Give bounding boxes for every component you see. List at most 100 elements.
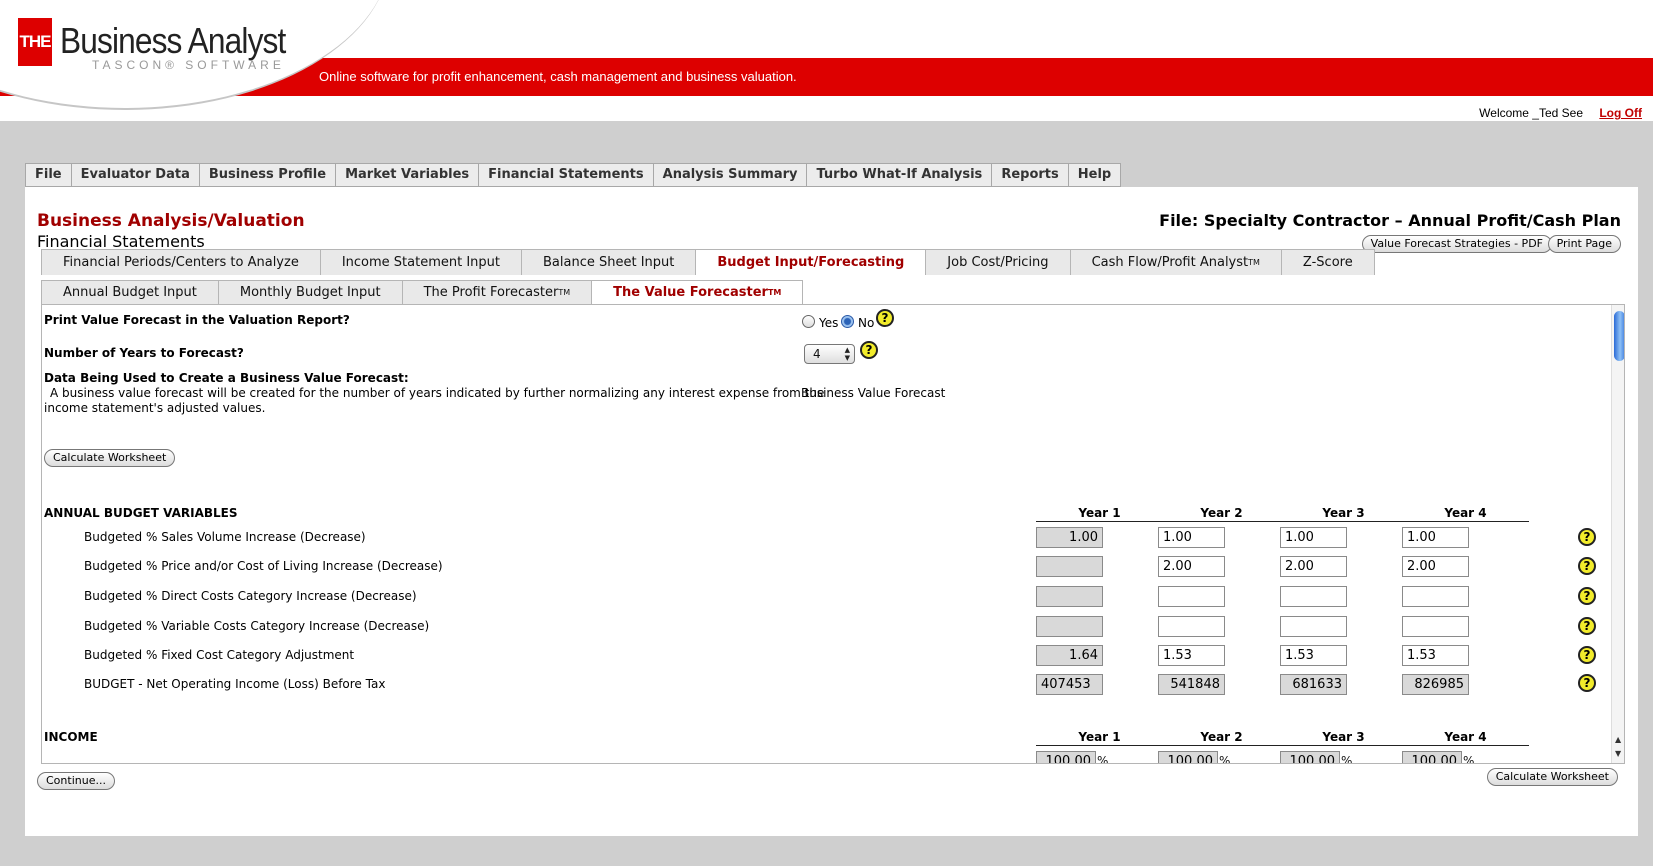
- radio-yes-label: Yes: [819, 316, 839, 330]
- help-icon[interactable]: ?: [860, 341, 878, 359]
- pct-sign: %: [1219, 754, 1231, 764]
- input-fixed-cost-year-2[interactable]: 1.53: [1158, 645, 1225, 666]
- logo-the-mark: THE: [18, 18, 52, 66]
- row-label-sales-volume: Budgeted % Sales Volume Increase (Decrea…: [84, 530, 366, 544]
- tab-monthly-budget-input[interactable]: Monthly Budget Input: [218, 280, 403, 304]
- tab-financial-periods[interactable]: Financial Periods/Centers to Analyze: [41, 249, 321, 275]
- print-forecast-question: Print Value Forecast in the Valuation Re…: [44, 313, 350, 327]
- input-direct-costs-year-4[interactable]: [1402, 586, 1469, 607]
- scroll-down-arrow-icon[interactable]: ▼: [1615, 749, 1621, 758]
- input-sales-volume-year-4[interactable]: 1.00: [1402, 527, 1469, 548]
- input-price-year-2[interactable]: 2.00: [1158, 556, 1225, 577]
- income-column-year-2: Year 2: [1158, 729, 1285, 746]
- input-direct-costs-year-2[interactable]: [1158, 586, 1225, 607]
- main-panel: Business Analysis/Valuation Financial St…: [25, 187, 1638, 836]
- input-variable-costs-year-2[interactable]: [1158, 616, 1225, 637]
- logo-subtitle: TASCON® SOFTWARE: [92, 58, 285, 72]
- input-fixed-cost-year-3[interactable]: 1.53: [1280, 645, 1347, 666]
- cell-noi-year-1: 407453: [1036, 674, 1103, 695]
- cell-noi-year-2: 541848: [1158, 674, 1225, 695]
- cell-variable-costs-year-1: [1036, 616, 1103, 637]
- logo-title: Business Analyst: [60, 20, 286, 61]
- log-off-link[interactable]: Log Off: [1599, 106, 1642, 120]
- help-icon[interactable]: ?: [876, 309, 894, 327]
- tab-z-score[interactable]: Z-Score: [1281, 249, 1375, 275]
- row-label-price-cost-of-living: Budgeted % Price and/or Cost of Living I…: [84, 559, 443, 573]
- cell-noi-year-3: 681633: [1280, 674, 1347, 695]
- help-icon[interactable]: ?: [1578, 646, 1596, 664]
- scroll-up-arrow-icon[interactable]: ▲: [1615, 735, 1621, 744]
- help-icon[interactable]: ?: [1578, 674, 1596, 692]
- tab-annual-budget-input[interactable]: Annual Budget Input: [41, 280, 219, 304]
- radio-yes[interactable]: [802, 315, 815, 328]
- main-tabs: Financial Periods/Centers to Analyze Inc…: [41, 249, 1375, 275]
- pct-sign: %: [1463, 754, 1475, 764]
- calculate-worksheet-button-bottom[interactable]: Calculate Worksheet: [1486, 768, 1618, 786]
- income-year-2: 100.00: [1158, 751, 1218, 763]
- tab-cash-flow-profit-analyst[interactable]: Cash Flow/Profit Analyst TM: [1070, 249, 1282, 275]
- top-menu-bar: File Evaluator Data Business Profile Mar…: [25, 163, 1122, 187]
- radio-no-label: No: [858, 316, 875, 330]
- data-source-description-cont: income statement's adjusted values.: [44, 401, 266, 415]
- menu-financial-statements[interactable]: Financial Statements: [478, 163, 653, 187]
- tab-value-forecaster[interactable]: The Value Forecaster TM: [592, 280, 804, 304]
- column-year-1: Year 1: [1036, 505, 1163, 522]
- income-year-3: 100.00: [1280, 751, 1340, 763]
- input-price-year-3[interactable]: 2.00: [1280, 556, 1347, 577]
- tab-income-statement-input[interactable]: Income Statement Input: [320, 249, 522, 275]
- cell-noi-year-4: 826985: [1402, 674, 1469, 695]
- column-year-3: Year 3: [1280, 505, 1407, 522]
- input-variable-costs-year-3[interactable]: [1280, 616, 1347, 637]
- tab-budget-input-forecasting[interactable]: Budget Input/Forecasting: [696, 249, 927, 275]
- app-header: THE Business Analyst TASCON® SOFTWARE On…: [0, 0, 1653, 121]
- data-source-title: Data Being Used to Create a Business Val…: [44, 371, 409, 385]
- row-label-direct-costs: Budgeted % Direct Costs Category Increas…: [84, 589, 417, 603]
- menu-evaluator-data[interactable]: Evaluator Data: [70, 163, 199, 187]
- help-icon[interactable]: ?: [1578, 617, 1596, 635]
- income-year-1: 100.00: [1036, 751, 1096, 763]
- years-to-forecast-select[interactable]: 4 ▲ ▼: [804, 344, 855, 364]
- input-price-year-4[interactable]: 2.00: [1402, 556, 1469, 577]
- sub-tabs: Annual Budget Input Monthly Budget Input…: [41, 280, 804, 304]
- menu-file[interactable]: File: [25, 163, 71, 187]
- help-icon[interactable]: ?: [1578, 528, 1596, 546]
- radio-no[interactable]: [841, 315, 854, 328]
- income-column-year-4: Year 4: [1402, 729, 1529, 746]
- menu-help[interactable]: Help: [1067, 163, 1122, 187]
- value-forecast-strategies-pdf-button[interactable]: Value Forecast Strategies - PDF: [1361, 235, 1552, 253]
- input-variable-costs-year-4[interactable]: [1402, 616, 1469, 637]
- income-year-4: 100.00: [1402, 751, 1462, 763]
- income-column-year-1: Year 1: [1036, 729, 1163, 746]
- input-fixed-cost-year-4[interactable]: 1.53: [1402, 645, 1469, 666]
- help-icon[interactable]: ?: [1578, 557, 1596, 575]
- input-sales-volume-year-2[interactable]: 1.00: [1158, 527, 1225, 548]
- menu-reports[interactable]: Reports: [991, 163, 1068, 187]
- cell-sales-volume-year-1: 1.00: [1036, 527, 1103, 548]
- scrollbar-thumb[interactable]: [1614, 311, 1624, 361]
- input-direct-costs-year-3[interactable]: [1280, 586, 1347, 607]
- calculate-worksheet-button[interactable]: Calculate Worksheet: [44, 449, 176, 467]
- years-to-forecast-question: Number of Years to Forecast?: [44, 346, 244, 360]
- content-scrollbar[interactable]: ▲ ▼: [1611, 305, 1624, 763]
- print-page-button[interactable]: Print Page: [1547, 235, 1621, 253]
- help-icon[interactable]: ?: [1578, 587, 1596, 605]
- business-value-forecast-label: Business Value Forecast: [801, 386, 946, 400]
- menu-turbo-what-if[interactable]: Turbo What-If Analysis: [806, 163, 992, 187]
- tab-balance-sheet-input[interactable]: Balance Sheet Input: [522, 249, 697, 275]
- file-title: File: Specialty Contractor – Annual Prof…: [1159, 211, 1621, 230]
- tab-profit-forecaster[interactable]: The Profit Forecaster TM: [402, 280, 593, 304]
- row-label-net-operating-income: BUDGET - Net Operating Income (Loss) Bef…: [84, 677, 386, 691]
- column-year-2: Year 2: [1158, 505, 1285, 522]
- menu-market-variables[interactable]: Market Variables: [335, 163, 479, 187]
- menu-analysis-summary[interactable]: Analysis Summary: [652, 163, 807, 187]
- menu-business-profile[interactable]: Business Profile: [198, 163, 336, 187]
- data-source-description: A business value forecast will be create…: [50, 386, 825, 400]
- column-year-4: Year 4: [1402, 505, 1529, 522]
- input-sales-volume-year-3[interactable]: 1.00: [1280, 527, 1347, 548]
- income-column-year-3: Year 3: [1280, 729, 1407, 746]
- cell-fixed-cost-year-1: 1.64: [1036, 645, 1103, 666]
- value-forecaster-content: Print Value Forecast in the Valuation Re…: [41, 304, 1625, 764]
- continue-button[interactable]: Continue...: [37, 772, 115, 790]
- pct-sign: %: [1097, 754, 1109, 764]
- tab-job-cost-pricing[interactable]: Job Cost/Pricing: [926, 249, 1071, 275]
